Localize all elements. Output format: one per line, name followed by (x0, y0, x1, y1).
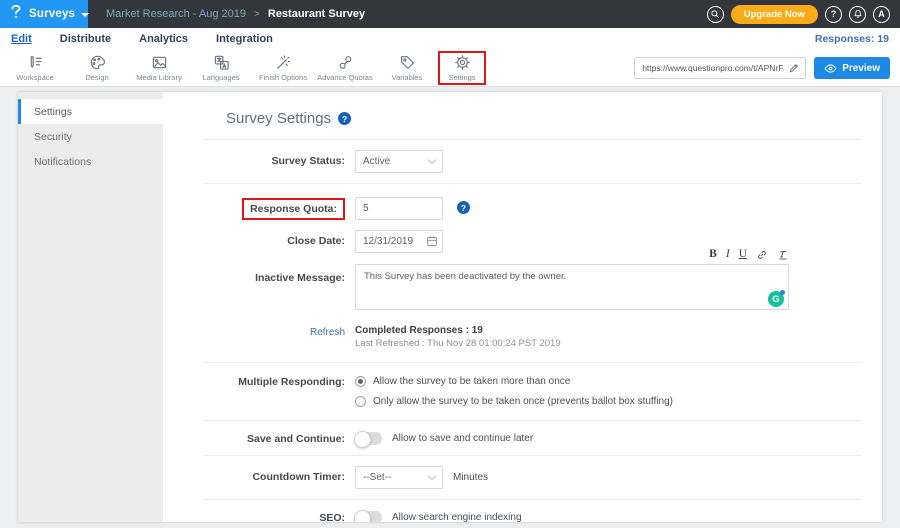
title-help-icon[interactable]: ? (338, 112, 351, 125)
toolbar-item-variables[interactable]: Variables (376, 52, 438, 84)
inactive-message-label: Inactive Message: (203, 263, 355, 315)
survey-url-input[interactable] (642, 63, 784, 73)
close-date-label: Close Date: (203, 230, 355, 253)
help-button[interactable]: ? (825, 6, 842, 23)
sidebar-item-security[interactable]: Security (18, 124, 163, 149)
app-root: Surveys Market Research - Aug 2019 > Res… (0, 0, 900, 528)
chevron-down-icon (428, 156, 436, 164)
refresh-link[interactable]: Refresh (203, 325, 355, 349)
refresh-info: Completed Responses : 19 Last Refreshed … (355, 325, 561, 349)
wand-icon (275, 54, 292, 71)
edit-pencil-icon[interactable] (788, 62, 800, 74)
inactive-message-row: Inactive Message: B I U (203, 258, 862, 320)
survey-url-box (634, 57, 806, 79)
settings-content: Survey Settings ? Survey Status: Active (163, 92, 882, 522)
response-quota-input[interactable] (355, 197, 443, 220)
notifications-button[interactable] (849, 6, 866, 23)
calendar-icon[interactable] (426, 235, 438, 247)
inactive-message-textarea[interactable]: This Survey has been deactivated by the … (355, 264, 789, 310)
upgrade-now-button[interactable]: Upgrade Now (731, 5, 818, 24)
survey-status-label: Survey Status: (203, 150, 355, 173)
nav-tab-distribute[interactable]: Distribute (60, 33, 111, 45)
toolbar-item-workspace[interactable]: Workspace (4, 52, 66, 84)
workspace-icon (27, 54, 44, 71)
toolbar-item-finish-options[interactable]: Finish Options (252, 52, 314, 84)
toolbar-item-media-library[interactable]: Media Library (128, 52, 190, 84)
toolbar-item-advance-quotas[interactable]: Advance Quotas (314, 52, 376, 84)
save-continue-toggle[interactable] (355, 432, 382, 445)
completed-responses: Completed Responses : 19 (355, 325, 561, 336)
tag-icon (399, 54, 416, 71)
surveys-menu[interactable]: Surveys (0, 0, 88, 28)
translate-icon (213, 54, 230, 71)
breadcrumb-separator: > (254, 9, 260, 20)
toolbar-right: Preview (634, 57, 890, 79)
seo-row: SEO: Allow search engine indexing (203, 499, 862, 522)
toolbar-item-languages[interactable]: Languages (190, 52, 252, 84)
links-icon (337, 54, 354, 71)
nav-tab-analytics[interactable]: Analytics (139, 33, 188, 45)
response-quota-row: Response Quota: ? (203, 192, 862, 225)
nav-tab-edit[interactable]: Edit (11, 33, 32, 45)
surveys-menu-label: Surveys (29, 8, 75, 20)
countdown-timer-select[interactable]: --Set-- (355, 466, 443, 489)
quota-group: Response Quota: ? Close Date: (203, 183, 862, 362)
page-title: Survey Settings (226, 110, 331, 127)
seo-toggle[interactable] (355, 511, 382, 522)
nav-tab-integration[interactable]: Integration (216, 33, 273, 45)
radio-option-once[interactable]: Only allow the survey to be taken once (… (355, 396, 673, 407)
top-bar: Surveys Market Research - Aug 2019 > Res… (0, 0, 900, 28)
preview-button[interactable]: Preview (814, 57, 890, 79)
search-icon (710, 9, 720, 19)
toolbar-item-design[interactable]: Design (66, 52, 128, 84)
questionpro-logo-icon (9, 4, 23, 25)
settings-sidebar: Settings Security Notifications (18, 92, 163, 522)
avatar[interactable]: A (873, 6, 890, 23)
minutes-suffix: Minutes (453, 472, 488, 483)
breadcrumb-survey-name: Restaurant Survey (268, 8, 365, 20)
bold-button[interactable]: B (709, 249, 717, 261)
palette-icon (89, 54, 106, 71)
responses-count[interactable]: Responses: 19 (815, 33, 889, 45)
toolbar-item-settings[interactable]: Settings (438, 51, 486, 85)
page-body: Settings Security Notifications Survey S… (0, 87, 900, 528)
search-button[interactable] (707, 6, 724, 23)
gear-icon (454, 54, 471, 71)
breadcrumb-folder[interactable]: Market Research - Aug 2019 (106, 8, 246, 20)
remove-format-icon[interactable] (777, 249, 789, 261)
radio-option-multiple[interactable]: Allow the survey to be taken more than o… (355, 376, 570, 387)
settings-card: Settings Security Notifications Survey S… (18, 92, 882, 522)
sidebar-item-settings[interactable]: Settings (18, 99, 163, 124)
radio-checked-icon (355, 376, 366, 387)
image-icon (151, 54, 168, 71)
breadcrumb: Market Research - Aug 2019 > Restaurant … (106, 0, 365, 28)
save-continue-label: Save and Continue: (203, 431, 355, 445)
grammarly-icon[interactable]: G (768, 291, 784, 307)
last-refreshed: Last Refreshed : Thu Nov 28 01:00:24 PST… (355, 338, 561, 349)
underline-button[interactable]: U (739, 249, 747, 261)
multiple-responding-label: Multiple Responding: (203, 376, 355, 407)
quota-help-icon[interactable]: ? (457, 201, 470, 214)
response-quota-label: Response Quota: (242, 198, 345, 220)
eye-icon (824, 63, 837, 74)
multiple-responding-row: Multiple Responding: Allow the survey to… (203, 362, 862, 420)
italic-button[interactable]: I (726, 249, 730, 261)
seo-label: SEO: (203, 510, 355, 522)
link-icon[interactable] (756, 249, 768, 261)
chevron-down-icon (428, 472, 436, 480)
main-nav: Edit Distribute Analytics Integration Re… (0, 28, 900, 50)
countdown-timer-label: Countdown Timer: (203, 466, 355, 489)
survey-status-select[interactable]: Active (355, 150, 443, 173)
radio-unchecked-icon (355, 396, 366, 407)
refresh-row: Refresh Completed Responses : 19 Last Re… (203, 320, 862, 354)
chevron-down-icon (81, 13, 89, 17)
edit-toolbar: Workspace Design Media Library Languages… (0, 50, 900, 87)
title-row: Survey Settings ? (203, 106, 862, 139)
sidebar-item-notifications[interactable]: Notifications (18, 149, 163, 174)
survey-status-row: Survey Status: Active (203, 139, 862, 183)
countdown-timer-row: Countdown Timer: --Set-- Minutes (203, 455, 862, 499)
save-continue-row: Save and Continue: Allow to save and con… (203, 420, 862, 455)
bell-icon (853, 9, 863, 19)
topbar-actions: Upgrade Now ? A (707, 0, 900, 28)
